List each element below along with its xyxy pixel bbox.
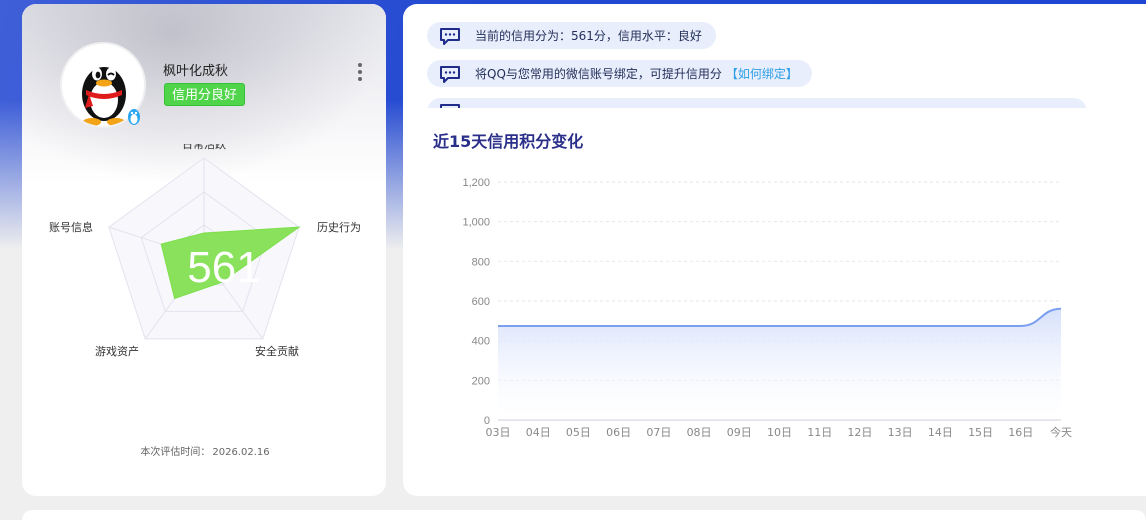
credit-detail-card: 当前的信用分为：561分，信用水平：良好 将QQ与您常用的微信账号绑定，可提升信… (403, 4, 1146, 496)
evaluation-time-label: 本次评估时间： (140, 447, 211, 458)
chart-title: 近15天信用积分变化 (433, 132, 584, 151)
y-tick-label: 400 (472, 336, 490, 348)
x-tick-label: 12日 (847, 426, 872, 439)
next-card (22, 510, 1146, 520)
x-tick-label: 今天 (1050, 425, 1072, 439)
radar-dimension-label: 游戏资产 (95, 344, 139, 358)
score-line (498, 307, 1062, 327)
y-tick-label: 1,200 (462, 177, 490, 189)
x-tick-label: 14日 (928, 426, 953, 439)
x-tick-label: 16日 (1008, 426, 1033, 439)
y-tick-label: 800 (472, 256, 490, 268)
profile-card: 枫叶化成秋 信用分良好 561 日常活跃历史行为安全贡献 游戏资产 账号信息 本次评估… (22, 4, 386, 496)
evaluation-time-date: 2026.02.16 (212, 447, 270, 458)
credit-radar-chart: 561 日常活跃历史行为安全贡献 游戏资产 账号信息 (49, 144, 361, 358)
qq-badge-icon (126, 108, 142, 126)
nickname: 枫叶化成秋 (163, 64, 229, 79)
x-tick-label: 08日 (687, 426, 712, 439)
credit-score-value: 561 (187, 243, 260, 292)
notice-item[interactable]: 将QQ与您常用的微信账号绑定，可提升信用分 【如何绑定】 (427, 60, 812, 87)
x-tick-label: 10日 (767, 426, 792, 439)
radar-dimension-label: 安全贡献 (255, 344, 299, 358)
x-tick-label: 15日 (968, 426, 993, 439)
x-tick-label: 07日 (646, 426, 671, 439)
x-tick-label: 13日 (888, 426, 913, 439)
y-tick-label: 600 (472, 296, 490, 308)
credit-level-badge: 信用分良好 (164, 83, 246, 106)
notice-text: 当前的信用分为：561分，信用水平：良好 (475, 29, 702, 43)
x-tick-label: 03日 (486, 426, 511, 439)
radar-dimension-label: 账号信息 (49, 220, 93, 234)
notice-item[interactable]: 当前的信用分为：561分，信用水平：良好 (427, 22, 716, 49)
y-tick-label: 1,000 (462, 217, 490, 229)
evaluation-time: 本次评估时间： 2026.02.16 (22, 443, 386, 458)
x-tick-label: 06日 (606, 426, 631, 439)
how-to-bind-link[interactable]: 【如何绑定】 (726, 65, 798, 82)
x-tick-label: 11日 (807, 426, 832, 439)
more-options-icon[interactable] (352, 60, 368, 84)
message-icon (440, 27, 460, 45)
notice-item-partial[interactable] (427, 98, 1087, 108)
credit-score-line-chart: 02004006008001,0001,20003日 04日 05日 06日 07日 08… (462, 177, 1072, 439)
notice-list: 当前的信用分为：561分，信用水平：良好 将QQ与您常用的微信账号绑定，可提升信… (427, 22, 1127, 108)
y-tick-label: 200 (472, 375, 490, 387)
message-icon (440, 103, 460, 108)
radar-dimension-label: 日常活跃 (182, 144, 226, 151)
message-icon (440, 65, 460, 83)
x-tick-label: 04日 (526, 426, 551, 439)
x-tick-label: 09日 (727, 426, 752, 439)
radar-dimension-label: 历史行为 (317, 221, 361, 234)
notice-text: 将QQ与您常用的微信账号绑定，可提升信用分 (475, 67, 722, 81)
x-tick-label: 05日 (566, 426, 591, 439)
